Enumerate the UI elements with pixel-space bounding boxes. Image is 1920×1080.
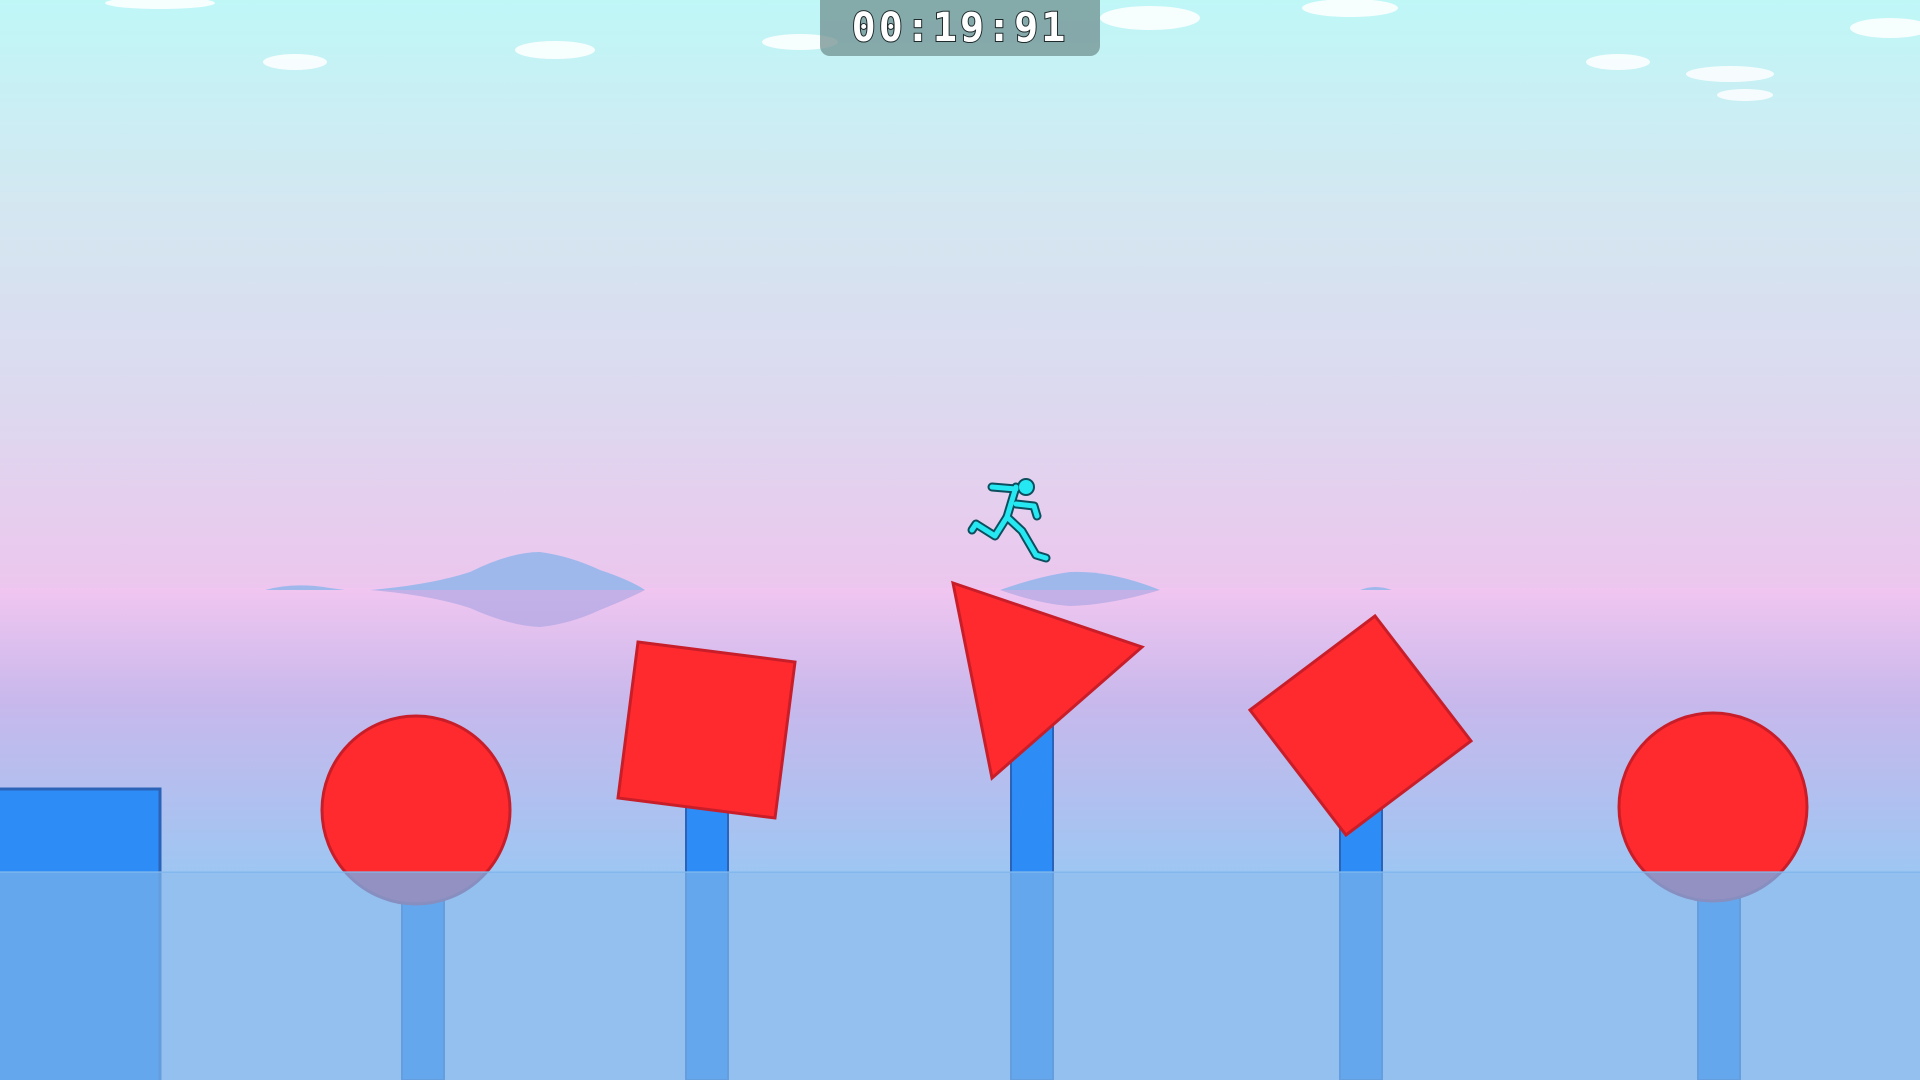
cloud (515, 41, 595, 59)
cloud (263, 54, 327, 70)
timer-display: 00:19:91 (820, 0, 1100, 56)
game-scene (0, 0, 1920, 1080)
sky-background (0, 0, 1920, 590)
cloud (1686, 66, 1774, 82)
cloud (1100, 6, 1200, 30)
water (0, 872, 1920, 1080)
cloud (1586, 54, 1650, 70)
cloud (1717, 89, 1773, 101)
timer-text: 00:19:91 (851, 4, 1069, 52)
red-square-obstacle (616, 640, 797, 820)
